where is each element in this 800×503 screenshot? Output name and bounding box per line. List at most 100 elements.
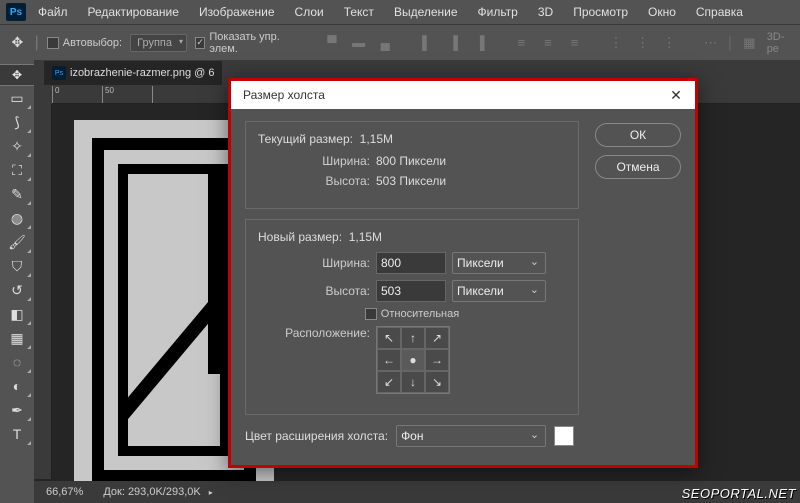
menu-select[interactable]: Выделение [386,5,466,19]
new-height-label: Высота: [260,284,370,298]
mode-3d-label: 3D-ре [767,31,792,55]
current-width-value: 800 Пиксели [376,154,446,168]
show-controls-label: Показать упр. элем. [209,31,295,55]
new-width-label: Ширина: [260,256,370,270]
brush-tool[interactable]: 🖌 [2,230,32,254]
anchor-center[interactable]: ● [401,349,425,371]
cancel-button[interactable]: Отмена [595,155,681,179]
tools-panel: ✥ ▭ ⟆ ✧ ⛶ ✎ ◍ 🖌 ⛉ ↺ ◧ ▦ ◌ ◐ ✒ T [0,60,34,503]
eraser-tool[interactable]: ◧ [2,302,32,326]
stamp-tool[interactable]: ⛉ [2,254,32,278]
align-left-icon[interactable]: ▌ [417,33,436,53]
ok-button[interactable]: ОК [595,123,681,147]
show-controls-checkbox[interactable]: ✓ Показать упр. элем. [195,31,295,55]
docsize-value: 293,0K/293,0K [128,486,201,498]
tab-filename: izobrazhenie-razmer.png @ 6 [70,67,214,79]
vertical-ruler[interactable] [34,104,52,479]
ruler-origin[interactable] [34,86,52,104]
close-icon[interactable]: ✕ [665,84,687,106]
more-icon[interactable]: ⋯ [701,33,720,53]
align-hcenter-icon[interactable]: ▐ [444,33,463,53]
new-size-group: Новый размер: 1,15M Ширина: Пиксели Высо… [245,219,579,415]
distribute-top-icon[interactable]: ≡ [512,33,531,53]
doc-size-indicator[interactable]: Док: 293,0K/293,0K [103,486,212,498]
blur-tool[interactable]: ◌ [2,350,32,374]
zoom-level[interactable]: 66,67% [46,486,83,498]
file-type-icon: Ps [52,66,66,80]
width-input[interactable] [376,252,446,274]
distribute-bottom-icon[interactable]: ≡ [565,33,584,53]
menu-3d[interactable]: 3D [530,5,561,19]
autoselect-target-dropdown[interactable]: Группа [130,34,187,52]
distribute-hcenter-icon[interactable]: ⋮ [633,33,652,53]
align-right-icon[interactable]: ▐ [471,33,490,53]
autoselect-label: Автовыбор: [63,37,122,49]
menu-file[interactable]: Файл [30,5,76,19]
autoselect-checkbox[interactable]: Автовыбор: [47,37,122,49]
current-size-group: Текущий размер: 1,15M Ширина: 800 Пиксел… [245,121,579,209]
menu-filter[interactable]: Фильтр [470,5,526,19]
current-size-legend: Текущий размер: [258,132,353,146]
menu-layers[interactable]: Слои [287,5,332,19]
options-bar: ✥ | Автовыбор: Группа ✓ Показать упр. эл… [0,24,800,60]
extension-color-label: Цвет расширения холста: [245,429,388,443]
magic-wand-tool[interactable]: ✧ [2,134,32,158]
anchor-sw[interactable]: ↙ [377,371,401,393]
artboard-icon[interactable]: ▦ [740,33,759,53]
width-label: Ширина: [260,154,370,168]
move-tool-icon: ✥ [8,32,27,54]
ruler-tick: 50 [102,86,152,103]
menu-view[interactable]: Просмотр [565,5,636,19]
anchor-s[interactable]: ↓ [401,371,425,393]
document-tab[interactable]: Ps izobrazhenie-razmer.png @ 6 [44,61,222,85]
anchor-grid: ↖ ↑ ↗ ← ● → ↙ ↓ ↘ [376,326,450,394]
lasso-tool[interactable]: ⟆ [2,110,32,134]
docsize-label: Док: [103,486,125,498]
height-input[interactable] [376,280,446,302]
checkbox-icon [47,37,59,49]
watermark: SEOPORTAL.NET [682,486,796,501]
menu-edit[interactable]: Редактирование [80,5,187,19]
align-top-icon[interactable]: ▀ [323,33,342,53]
anchor-se[interactable]: ↘ [425,371,449,393]
dialog-title: Размер холста [243,88,325,102]
dialog-titlebar[interactable]: Размер холста ✕ [231,81,695,109]
height-unit-dropdown[interactable]: Пиксели [452,280,546,302]
pen-tool[interactable]: ✒ [2,398,32,422]
menu-image[interactable]: Изображение [191,5,283,19]
menubar: Ps Файл Редактирование Изображение Слои … [0,0,800,24]
distribute-left-icon[interactable]: ⋮ [607,33,626,53]
checkbox-icon [365,308,377,320]
anchor-ne[interactable]: ↗ [425,327,449,349]
distribute-right-icon[interactable]: ⋮ [660,33,679,53]
crop-tool[interactable]: ⛶ [2,158,32,182]
extension-color-dropdown[interactable]: Фон [396,425,546,447]
new-size-legend: Новый размер: [258,230,342,244]
eyedropper-tool[interactable]: ✎ [2,182,32,206]
canvas-size-dialog: Размер холста ✕ Текущий размер: 1,15M Ши… [228,78,698,468]
extension-color-swatch[interactable] [554,426,574,446]
width-unit-dropdown[interactable]: Пиксели [452,252,546,274]
align-bottom-icon[interactable]: ▄ [376,33,395,53]
distribute-vcenter-icon[interactable]: ≡ [539,33,558,53]
anchor-n[interactable]: ↑ [401,327,425,349]
dodge-tool[interactable]: ◐ [2,374,32,398]
marquee-tool[interactable]: ▭ [2,86,32,110]
healing-tool[interactable]: ◍ [2,206,32,230]
type-tool[interactable]: T [2,422,32,446]
current-height-value: 503 Пиксели [376,174,446,188]
menu-window[interactable]: Окно [640,5,684,19]
ps-logo-icon: Ps [6,3,26,21]
anchor-w[interactable]: ← [377,349,401,371]
anchor-nw[interactable]: ↖ [377,327,401,349]
current-size-value: 1,15M [360,132,393,146]
history-brush-tool[interactable]: ↺ [2,278,32,302]
menu-help[interactable]: Справка [688,5,751,19]
relative-checkbox[interactable]: Относительная [365,308,459,320]
anchor-e[interactable]: → [425,349,449,371]
menu-text[interactable]: Текст [336,5,382,19]
gradient-tool[interactable]: ▦ [2,326,32,350]
ruler-tick: 0 [52,86,102,103]
align-vcenter-icon[interactable]: ▬ [349,33,368,53]
anchor-label: Расположение: [260,326,370,340]
